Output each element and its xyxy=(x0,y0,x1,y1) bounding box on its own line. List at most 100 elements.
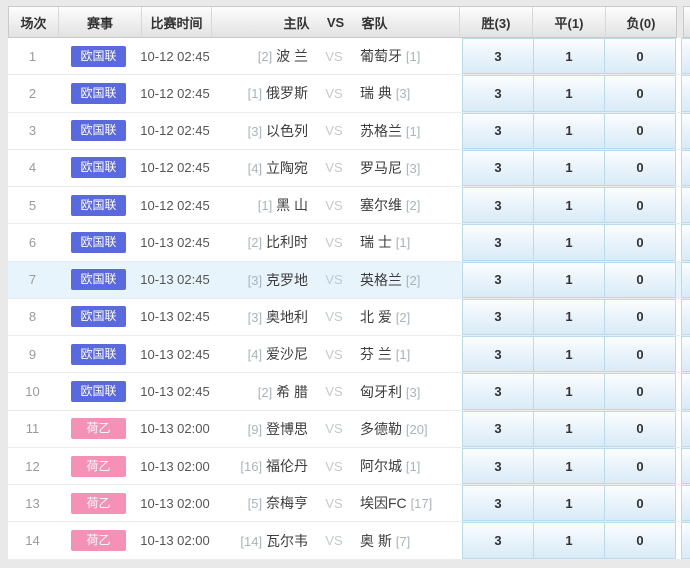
away-rank: [2] xyxy=(406,198,420,213)
draw-odds-cell[interactable]: 1 xyxy=(533,187,605,223)
win-odds-cell[interactable]: 3 xyxy=(462,522,534,558)
league-badge[interactable]: 荷乙 xyxy=(71,418,126,439)
win-odds-cell[interactable]: 3 xyxy=(462,411,534,447)
draw-odds-cell[interactable]: 1 xyxy=(533,336,605,372)
lose-odds-cell[interactable]: 0 xyxy=(604,522,676,558)
lose-odds-cell[interactable]: 0 xyxy=(604,373,676,409)
lose-odds-cell[interactable]: 0 xyxy=(604,485,676,521)
draw-odds-cell[interactable]: 1 xyxy=(533,224,605,260)
teams-cell: [3] 以色列 VS 苏格兰 [1] xyxy=(210,113,458,149)
win-odds-cell[interactable]: 3 xyxy=(462,336,534,372)
teams-cell: [1] 俄罗斯 VS 瑞 典 [3] xyxy=(210,75,458,111)
teams-cell: [3] 克罗地 VS 英格兰 [2] xyxy=(210,262,458,298)
table-row: 13 荷乙 10-13 02:00 [5] 奈梅亨 VS 埃因FC [17] 3… xyxy=(8,485,690,522)
league-badge[interactable]: 欧国联 xyxy=(71,269,126,290)
next-group-odds-cell-partial[interactable] xyxy=(681,299,690,335)
draw-odds-cell[interactable]: 1 xyxy=(533,113,605,149)
win-odds-cell[interactable]: 3 xyxy=(462,75,534,111)
vs-label: VS xyxy=(314,309,354,324)
lose-odds-cell[interactable]: 0 xyxy=(604,150,676,186)
next-group-odds-cell-partial[interactable] xyxy=(681,262,690,298)
vs-label: VS xyxy=(314,347,354,362)
next-group-odds-cell-partial[interactable] xyxy=(681,485,690,521)
lose-odds-cell[interactable]: 0 xyxy=(604,448,676,484)
home-team-cell: [5] 奈梅亨 xyxy=(210,493,314,513)
next-group-odds-cell-partial[interactable] xyxy=(681,336,690,372)
draw-odds-cell[interactable]: 1 xyxy=(533,411,605,447)
lose-odds-cell[interactable]: 0 xyxy=(604,113,676,149)
win-odds-cell[interactable]: 3 xyxy=(462,299,534,335)
league-badge[interactable]: 荷乙 xyxy=(71,530,126,551)
league-badge[interactable]: 欧国联 xyxy=(71,381,126,402)
match-time: 10-12 02:45 xyxy=(140,187,210,223)
away-team-cell: 多德勒 [20] xyxy=(354,419,458,439)
draw-odds-cell[interactable]: 1 xyxy=(533,299,605,335)
win-odds-cell[interactable]: 3 xyxy=(462,187,534,223)
draw-odds-cell[interactable]: 1 xyxy=(533,522,605,558)
lose-odds-cell[interactable]: 0 xyxy=(604,411,676,447)
win-odds-cell[interactable]: 3 xyxy=(462,113,534,149)
next-group-odds-cell-partial[interactable] xyxy=(681,522,690,558)
league-badge[interactable]: 欧国联 xyxy=(71,157,126,178)
away-team-cell: 奥 斯 [7] xyxy=(354,531,458,551)
match-number: 3 xyxy=(8,113,57,149)
vs-label: VS xyxy=(314,123,354,138)
away-team-cell: 北 爱 [2] xyxy=(354,307,458,327)
league-badge[interactable]: 荷乙 xyxy=(71,493,126,514)
lose-odds-cell[interactable]: 0 xyxy=(604,299,676,335)
win-odds-cell[interactable]: 3 xyxy=(462,373,534,409)
next-group-odds-cell-partial[interactable] xyxy=(681,411,690,447)
league-badge[interactable]: 欧国联 xyxy=(71,344,126,365)
next-group-odds-cell-partial[interactable] xyxy=(681,150,690,186)
teams-cell: [2] 比利时 VS 瑞 士 [1] xyxy=(210,224,458,260)
next-group-odds-cell-partial[interactable] xyxy=(681,373,690,409)
league-cell: 荷乙 xyxy=(57,522,140,558)
draw-odds-cell[interactable]: 1 xyxy=(533,150,605,186)
next-group-odds-cell-partial[interactable] xyxy=(681,224,690,260)
away-team-cell: 瑞 典 [3] xyxy=(354,83,458,103)
away-team: 阿尔城 xyxy=(360,458,402,474)
lose-odds-cell[interactable]: 0 xyxy=(604,262,676,298)
bet-group: 3 1 0 xyxy=(462,299,676,335)
next-group-odds-cell-partial[interactable] xyxy=(681,38,690,74)
lose-odds-cell[interactable]: 0 xyxy=(604,187,676,223)
win-odds-cell[interactable]: 3 xyxy=(462,224,534,260)
next-group-odds-cell-partial[interactable] xyxy=(681,448,690,484)
home-team: 福伦丹 xyxy=(266,458,308,474)
league-cell: 欧国联 xyxy=(57,75,140,111)
away-team: 塞尔维 xyxy=(360,197,402,213)
match-number: 14 xyxy=(8,522,57,558)
bet-group: 3 1 0 xyxy=(462,75,676,111)
league-badge[interactable]: 欧国联 xyxy=(71,83,126,104)
next-group-odds-cell-partial[interactable] xyxy=(681,75,690,111)
win-odds-cell[interactable]: 3 xyxy=(462,38,534,74)
win-odds-cell[interactable]: 3 xyxy=(462,150,534,186)
league-badge[interactable]: 荷乙 xyxy=(71,456,126,477)
draw-odds-cell[interactable]: 1 xyxy=(533,262,605,298)
home-team-cell: [16] 福伦丹 xyxy=(210,456,314,476)
lose-odds-cell[interactable]: 0 xyxy=(604,38,676,74)
league-badge[interactable]: 欧国联 xyxy=(71,232,126,253)
lose-odds-cell[interactable]: 0 xyxy=(604,224,676,260)
table-header-bar: 场次 赛事 比赛时间 主队 VS 客队 胜(3) 平(1) 负(0) xyxy=(8,6,677,38)
draw-odds-cell[interactable]: 1 xyxy=(533,75,605,111)
draw-odds-cell[interactable]: 1 xyxy=(533,485,605,521)
lose-odds-cell[interactable]: 0 xyxy=(604,75,676,111)
teams-cell: [9] 登博思 VS 多德勒 [20] xyxy=(210,411,458,447)
next-group-odds-cell-partial[interactable] xyxy=(681,113,690,149)
draw-odds-cell[interactable]: 1 xyxy=(533,448,605,484)
league-badge[interactable]: 欧国联 xyxy=(71,195,126,216)
league-badge[interactable]: 欧国联 xyxy=(71,120,126,141)
win-odds-cell[interactable]: 3 xyxy=(462,485,534,521)
win-odds-cell[interactable]: 3 xyxy=(462,448,534,484)
league-badge[interactable]: 欧国联 xyxy=(71,306,126,327)
bet-group: 3 1 0 xyxy=(462,113,676,149)
league-badge[interactable]: 欧国联 xyxy=(71,46,126,67)
draw-odds-cell[interactable]: 1 xyxy=(533,38,605,74)
win-odds-cell[interactable]: 3 xyxy=(462,262,534,298)
draw-odds-cell[interactable]: 1 xyxy=(533,373,605,409)
lose-odds-cell[interactable]: 0 xyxy=(604,336,676,372)
next-group-odds-cell-partial[interactable] xyxy=(681,187,690,223)
match-number: 9 xyxy=(8,336,57,372)
home-team: 希 腊 xyxy=(276,384,308,400)
